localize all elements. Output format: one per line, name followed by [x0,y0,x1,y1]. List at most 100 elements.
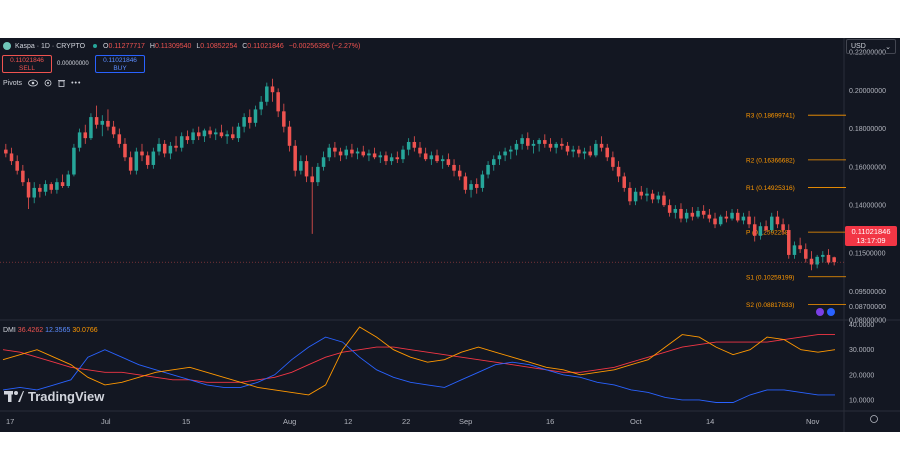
candle-body [162,143,167,154]
candle-body [491,159,496,165]
candle-body [713,218,717,225]
tradingview-logo[interactable]: TradingView [4,389,104,404]
candle-body [486,164,490,175]
candle-body [656,195,661,200]
candle-body [151,151,156,165]
candle-body [213,132,218,135]
candle-body [333,147,337,152]
more-icon[interactable]: ••• [71,80,81,87]
candle-body [395,157,400,160]
candle-body [310,176,314,183]
pivot-label: R2 (0.16366682) [746,157,795,164]
candle-body [718,216,723,225]
symbol-header: Kaspa · 1D · CRYPTO O0.11277717 H0.11309… [3,42,360,50]
candle-body [89,117,93,139]
candle-body [645,193,649,196]
settings-icon[interactable] [44,79,52,87]
candle-body [548,143,553,148]
delete-icon[interactable] [58,79,66,87]
candle-body [100,120,105,125]
candle-body [367,153,371,156]
candle-body [650,193,655,200]
event-icon [827,308,835,316]
candle-body [111,126,116,135]
candle-body [378,155,383,158]
candle-body [509,149,513,152]
candle-body [282,111,286,127]
candle-body [543,140,547,144]
candle-body [231,134,235,139]
candle-body [480,174,485,188]
eye-icon[interactable] [28,79,38,87]
candle-body [196,132,201,137]
candle-body [821,254,825,257]
candle-body [747,216,751,225]
candle-body [690,212,695,217]
candle-body [775,216,780,225]
candle-body [588,151,592,156]
pivot-label: R1 (0.14925316) [746,185,795,192]
brand-name: TradingView [28,389,105,404]
candle-body [106,120,110,127]
candle-body [9,153,14,162]
change-value: −0.00256396 (−2.27%) [288,42,361,50]
candle-body [248,117,252,123]
candle-body [77,132,82,148]
candle-body [55,182,59,190]
price-axis-tick: 0.18000000 [849,126,886,133]
candle-body [752,224,757,236]
candle-body [560,143,564,146]
candle-body [769,216,774,231]
candle-body [724,216,729,219]
candle-body [469,184,473,190]
time-axis-tick: Aug [283,417,296,426]
pivots-label[interactable]: Pivots [3,80,22,87]
price-axis-tick: 0.11500000 [849,251,886,258]
pivot-label: R3 (0.18699741) [746,113,795,120]
dmi-series-line [2,326,836,396]
pivot-label: P (0.12592258) [746,230,791,237]
candle-body [293,145,297,171]
candle-body [684,212,689,219]
sell-button[interactable]: 0.11021846 SELL [2,55,52,73]
candle-body [605,147,609,158]
currency-selector[interactable]: USD ⌄ [846,39,896,54]
candle-body [628,187,632,202]
price-axis-tick: 0.16000000 [849,164,886,171]
candle-body [497,155,502,160]
last-price-tag: 0.11021846 13:17:09 [845,226,897,246]
candle-body [611,157,615,167]
candle-body [236,126,241,139]
candle-body [389,157,394,162]
candle-body [406,141,411,150]
candle-body [423,153,428,160]
dmi-axis-tick: 40.0000 [849,322,874,329]
bar-countdown: 13:17:09 [856,236,886,245]
candle-body [582,151,587,154]
candle-body [128,157,133,171]
buy-button[interactable]: 0.11021846 BUY [95,55,145,73]
candle-body [809,258,814,265]
settings-icon [870,415,878,423]
price-axis-tick: 0.09500000 [849,289,886,296]
candle-body [804,249,808,259]
candle-body [730,212,734,219]
chart-frame: 0.22000000 0.20000000 0.18000000 0.16000000… [0,38,900,432]
sell-price: 0.11021846 [10,57,44,64]
candle-body [83,132,88,139]
pivot-label: S2 (0.08817833) [746,302,794,309]
candle-body [299,161,303,171]
candle-body [145,155,150,165]
candle-body [185,136,190,141]
candle-body [826,254,831,263]
candle-body [616,166,621,177]
minus-di-value: 30.0766 [72,327,98,334]
dmi-label[interactable]: DMI [3,327,16,334]
tradingview-logo-icon [4,391,24,402]
candle-body [554,143,558,148]
dmi-series-line [2,336,835,403]
candle-body [32,187,36,198]
candle-body [429,155,434,160]
price-axis-tick: 0.20000000 [849,88,886,95]
candle-body [781,224,785,231]
